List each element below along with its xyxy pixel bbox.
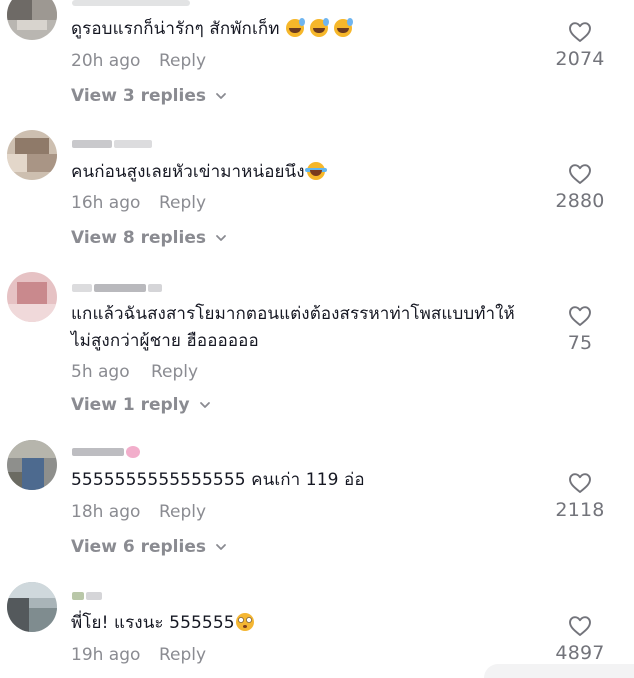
view-replies-button[interactable]: View 1 reply [71, 395, 212, 415]
like-count: 2880 [555, 190, 605, 212]
like-count: 2118 [555, 499, 605, 521]
view-replies-button[interactable]: View 8 replies [71, 228, 228, 248]
blurred-username [72, 446, 140, 458]
comment-text-content: ดูรอบแรกก็น่ารักๆ สักพักเก็ท [71, 19, 280, 39]
comment-timestamp: 16h ago [71, 193, 141, 213]
blurred-username [72, 590, 102, 602]
like-button[interactable]: 2880 [545, 163, 615, 212]
reply-button[interactable]: Reply [159, 51, 206, 71]
comment-text-content: พี่โย! แรงนะ 555555 [71, 613, 235, 633]
like-button[interactable]: 75 [545, 305, 615, 354]
like-button[interactable]: 2074 [545, 21, 615, 70]
comment-meta: 16h ago Reply [71, 193, 206, 213]
avatar[interactable] [7, 0, 57, 40]
comment-text-content: 5555555555555555 คนเก่า 119 อ่อ [71, 470, 365, 490]
like-count: 4897 [555, 642, 605, 664]
chevron-down-icon [199, 402, 210, 408]
avatar[interactable] [7, 582, 57, 632]
like-button[interactable]: 2118 [545, 472, 615, 521]
comment-meta: 19h ago Reply [71, 645, 206, 665]
comment-text: 5555555555555555 คนเก่า 119 อ่อ [71, 467, 531, 494]
heart-outline-icon [569, 473, 591, 493]
reply-button[interactable]: Reply [159, 193, 206, 213]
chevron-down-icon [216, 544, 226, 550]
like-count: 2074 [555, 48, 605, 70]
comment-text-content: แกแล้วฉันสงสารโยมากตอนแต่งต้องสรรหาท่าโพ… [71, 304, 515, 351]
avatar[interactable] [7, 130, 57, 180]
view-replies-label: View 3 replies [71, 86, 206, 106]
comment-text: พี่โย! แรงนะ 555555 [71, 610, 531, 637]
flushed-face-icon [235, 613, 254, 631]
view-replies-button[interactable]: View 6 replies [71, 537, 228, 557]
comment-meta: 18h ago Reply [71, 502, 206, 522]
blurred-username [72, 0, 190, 6]
chevron-down-icon [216, 235, 226, 241]
comment-timestamp: 20h ago [71, 51, 141, 71]
view-replies-button[interactable]: View 3 replies [71, 86, 228, 106]
blurred-username [72, 282, 162, 294]
comment-timestamp: 18h ago [71, 502, 141, 522]
comment-text: แกแล้วฉันสงสารโยมากตอนแต่งต้องสรรหาท่าโพ… [71, 301, 526, 355]
comment-text: ดูรอบแรกก็น่ารักๆ สักพักเก็ท [71, 16, 531, 43]
reply-button[interactable]: Reply [159, 502, 206, 522]
blurred-username [72, 138, 152, 150]
bottom-panel-edge [484, 664, 634, 678]
avatar[interactable] [7, 272, 57, 322]
sweat-smile-icon [285, 18, 305, 37]
comment-text: คนก่อนสูงเลยหัวเข่ามาหน่อยนึง [71, 159, 531, 186]
heart-outline-icon [569, 22, 591, 42]
heart-outline-icon [569, 164, 591, 184]
laughing-tears-icon [304, 162, 327, 180]
sweat-smile-icon [333, 18, 353, 37]
comment-meta: 20h ago Reply [71, 51, 206, 71]
like-count: 75 [567, 332, 593, 354]
comment-text-content: คนก่อนสูงเลยหัวเข่ามาหน่อยนึง [71, 162, 305, 182]
view-replies-label: View 1 reply [71, 395, 190, 415]
sweat-smile-icon [309, 18, 329, 37]
view-replies-label: View 6 replies [71, 537, 206, 557]
heart-outline-icon [569, 616, 591, 636]
heart-outline-icon [569, 306, 591, 326]
like-button[interactable]: 4897 [545, 615, 615, 664]
reply-button[interactable]: Reply [151, 362, 198, 382]
comment-timestamp: 5h ago [71, 362, 130, 382]
comment-timestamp: 19h ago [71, 645, 141, 665]
view-replies-label: View 8 replies [71, 228, 206, 248]
chevron-down-icon [216, 93, 226, 99]
avatar[interactable] [7, 440, 57, 490]
reply-button[interactable]: Reply [159, 645, 206, 665]
comment-meta: 5h ago Reply [71, 362, 198, 382]
